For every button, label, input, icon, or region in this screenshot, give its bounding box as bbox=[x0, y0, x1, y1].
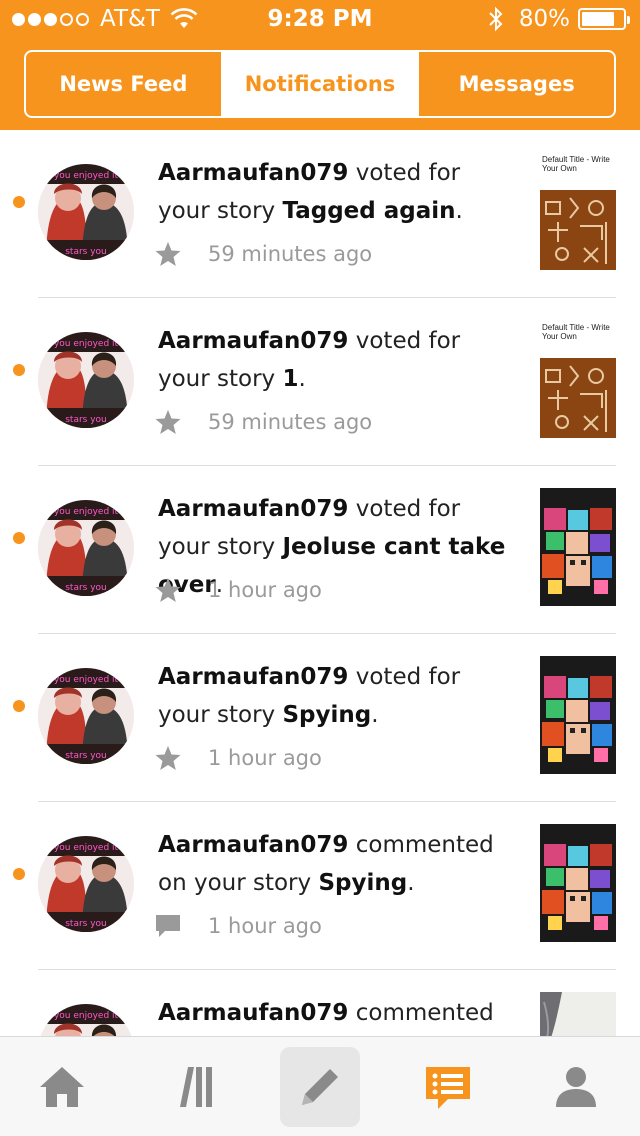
notification-list[interactable]: you enjoyed it stars you Aarmaufan079 vo… bbox=[0, 130, 640, 1036]
notification-item[interactable]: you enjoyed it stars you Aarmaufan079 vo… bbox=[0, 634, 640, 802]
timestamp: 59 minutes ago bbox=[208, 242, 373, 266]
nav-profile[interactable] bbox=[536, 1047, 616, 1127]
notification-item[interactable]: you enjoyed it stars you Aarmaufan079 vo… bbox=[0, 466, 640, 634]
story-cover[interactable] bbox=[540, 488, 616, 606]
timestamp: 59 minutes ago bbox=[208, 410, 373, 434]
notification-text: Aarmaufan079 voted for your story Tagged… bbox=[158, 154, 518, 230]
unread-dot bbox=[13, 868, 25, 880]
svg-text:you enjoyed it: you enjoyed it bbox=[54, 171, 119, 181]
username[interactable]: Aarmaufan079 bbox=[158, 1000, 348, 1026]
notification-meta: 1 hour ago bbox=[154, 576, 322, 604]
star-icon bbox=[155, 746, 181, 770]
svg-text:stars you: stars you bbox=[65, 919, 107, 929]
action-text-end: . bbox=[455, 198, 463, 224]
action-text-end: . bbox=[407, 870, 415, 896]
status-right: 80% bbox=[487, 6, 630, 32]
story-title[interactable]: 1 bbox=[282, 366, 298, 392]
star-icon bbox=[155, 578, 181, 602]
svg-text:you enjoyed it: you enjoyed it bbox=[54, 507, 119, 517]
story-title[interactable]: Spying bbox=[282, 702, 371, 728]
notification-item[interactable]: you enjoyed it stars you Aarmaufan079 co… bbox=[0, 970, 640, 1036]
svg-text:you enjoyed it: you enjoyed it bbox=[54, 339, 119, 349]
story-cover[interactable] bbox=[540, 824, 616, 942]
app-header: AT&T 9:28 PM 80% News Feed Notifications… bbox=[0, 0, 640, 130]
tab-messages[interactable]: Messages bbox=[417, 52, 614, 116]
notification-meta: 59 minutes ago bbox=[154, 408, 372, 436]
tab-news-feed[interactable]: News Feed bbox=[26, 52, 221, 116]
timestamp: 1 hour ago bbox=[208, 914, 322, 938]
bottom-tab-bar bbox=[0, 1036, 640, 1136]
star-icon bbox=[155, 410, 181, 434]
cover-title: Default Title - Write Your Own bbox=[542, 323, 610, 341]
profile-icon bbox=[556, 1067, 596, 1107]
svg-text:you enjoyed it: you enjoyed it bbox=[54, 1011, 119, 1021]
svg-text:you enjoyed it: you enjoyed it bbox=[54, 843, 119, 853]
svg-text:you enjoyed it: you enjoyed it bbox=[54, 675, 119, 685]
notification-meta: 1 hour ago bbox=[154, 912, 322, 940]
svg-text:stars you: stars you bbox=[65, 583, 107, 593]
story-title[interactable]: Tagged again bbox=[282, 198, 455, 224]
cover-title: Default Title - Write Your Own bbox=[542, 155, 610, 173]
timestamp: 1 hour ago bbox=[208, 578, 322, 602]
notification-item[interactable]: you enjoyed it stars you Aarmaufan079 vo… bbox=[0, 130, 640, 298]
notification-item[interactable]: you enjoyed it stars you Aarmaufan079 vo… bbox=[0, 298, 640, 466]
story-cover[interactable]: Default Title - Write Your Own bbox=[540, 320, 616, 438]
notification-meta: 59 minutes ago bbox=[154, 240, 372, 268]
battery-level bbox=[582, 12, 614, 26]
status-bar: AT&T 9:28 PM 80% bbox=[0, 0, 640, 40]
unread-dot bbox=[13, 196, 25, 208]
notification-text: Aarmaufan079 commented bbox=[158, 994, 518, 1032]
notification-text: Aarmaufan079 voted for your story Spying… bbox=[158, 658, 518, 734]
avatar[interactable]: you enjoyed it stars you bbox=[38, 500, 134, 596]
unread-dot bbox=[13, 532, 25, 544]
username[interactable]: Aarmaufan079 bbox=[158, 160, 348, 186]
action-text: commented bbox=[348, 1000, 494, 1026]
nav-notifications[interactable] bbox=[408, 1047, 488, 1127]
star-icon bbox=[155, 242, 181, 266]
username[interactable]: Aarmaufan079 bbox=[158, 832, 348, 858]
nav-home[interactable] bbox=[22, 1047, 102, 1127]
comment-icon bbox=[156, 915, 180, 937]
pencil-icon bbox=[302, 1069, 338, 1105]
avatar[interactable]: you enjoyed it stars you bbox=[38, 836, 134, 932]
username[interactable]: Aarmaufan079 bbox=[158, 328, 348, 354]
avatar[interactable]: you enjoyed it stars you bbox=[38, 332, 134, 428]
story-cover[interactable]: Default Title - Write Your Own bbox=[540, 152, 616, 270]
bluetooth-icon bbox=[489, 6, 503, 32]
battery-icon bbox=[578, 8, 630, 30]
story-cover[interactable] bbox=[540, 656, 616, 774]
action-text-end: . bbox=[371, 702, 379, 728]
username[interactable]: Aarmaufan079 bbox=[158, 496, 348, 522]
unread-dot bbox=[13, 364, 25, 376]
svg-text:stars you: stars you bbox=[65, 247, 107, 257]
notification-text: Aarmaufan079 commented on your story Spy… bbox=[158, 826, 518, 902]
avatar[interactable]: you enjoyed it stars you bbox=[38, 1004, 134, 1036]
svg-text:stars you: stars you bbox=[65, 751, 107, 761]
username[interactable]: Aarmaufan079 bbox=[158, 664, 348, 690]
tab-notifications[interactable]: Notifications bbox=[220, 52, 418, 116]
segmented-tabs: News Feed Notifications Messages bbox=[24, 50, 616, 118]
library-icon bbox=[180, 1067, 212, 1107]
notifications-icon bbox=[426, 1067, 470, 1109]
story-cover[interactable] bbox=[540, 992, 616, 1036]
unread-dot bbox=[13, 700, 25, 712]
action-text-end: . bbox=[298, 366, 306, 392]
svg-text:stars you: stars you bbox=[65, 415, 107, 425]
nav-library[interactable] bbox=[152, 1047, 232, 1127]
notification-text: Aarmaufan079 voted for your story 1. bbox=[158, 322, 518, 398]
avatar[interactable]: you enjoyed it stars you bbox=[38, 668, 134, 764]
timestamp: 1 hour ago bbox=[208, 746, 322, 770]
story-title[interactable]: Spying bbox=[318, 870, 407, 896]
notification-meta: 1 hour ago bbox=[154, 744, 322, 772]
home-icon bbox=[40, 1067, 84, 1107]
nav-write[interactable] bbox=[280, 1047, 360, 1127]
avatar[interactable]: you enjoyed it stars you bbox=[38, 164, 134, 260]
battery-percent: 80% bbox=[518, 6, 570, 32]
notification-item[interactable]: you enjoyed it stars you Aarmaufan079 co… bbox=[0, 802, 640, 970]
